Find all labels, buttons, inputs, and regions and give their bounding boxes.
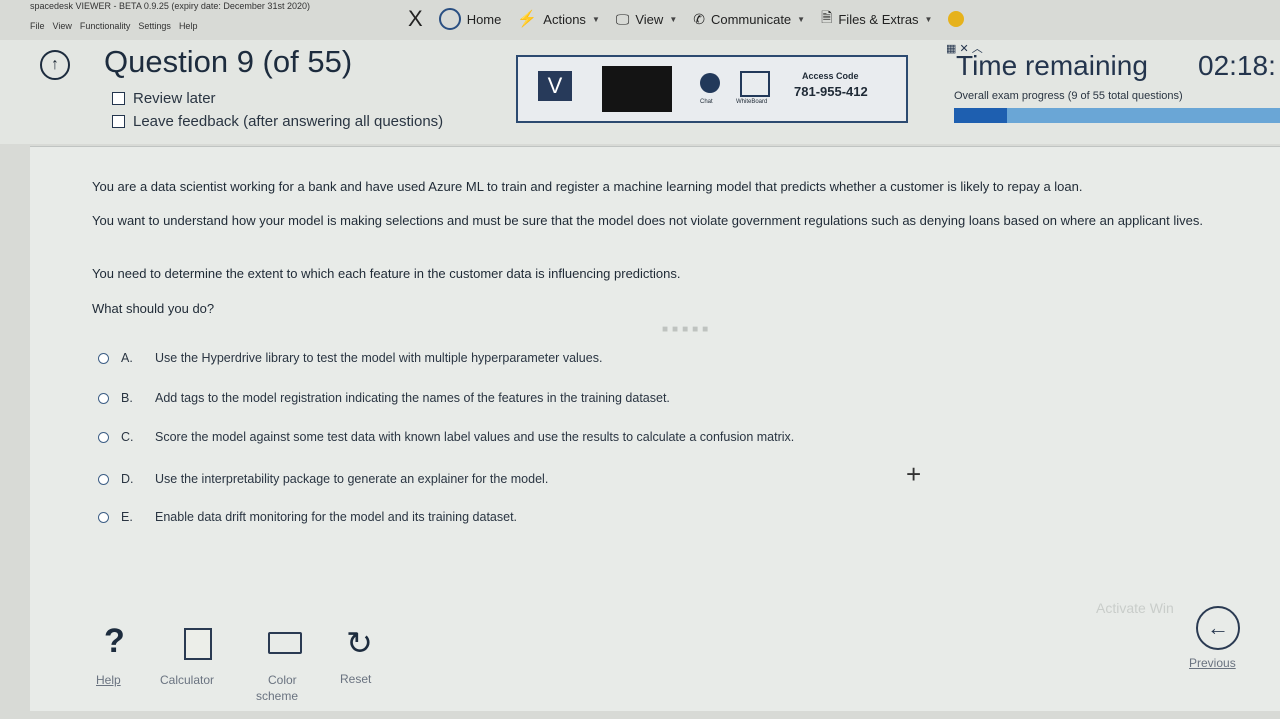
view-button[interactable]: 🖵 View ▼ (616, 11, 677, 28)
menu-functionality[interactable]: Functionality (80, 21, 131, 31)
question-title: Question 9 (of 55) (104, 44, 353, 79)
viewer-menu: File View Functionality Settings Help (30, 21, 197, 31)
leave-feedback-option[interactable]: Leave feedback (after answering all ques… (112, 113, 443, 130)
activate-windows-watermark: Activate Win (1096, 600, 1174, 616)
option-text: Add tags to the model registration indic… (155, 391, 670, 405)
chat-label: Chat (700, 99, 713, 105)
exam-progress-fill (954, 108, 1008, 123)
option-text: Use the Hyperdrive library to test the m… (155, 351, 603, 365)
radio-b[interactable] (98, 392, 109, 404)
radio-c[interactable] (98, 431, 109, 443)
drag-handle[interactable]: ■■■■■ (662, 324, 712, 335)
reset-icon[interactable]: ↻ (346, 624, 373, 662)
option-letter: D. (121, 472, 134, 486)
access-code-value: 781-955-412 (794, 84, 868, 99)
files-button[interactable]: 🗎 Files & Extras ▼ (821, 7, 932, 31)
help-icon[interactable]: ? (104, 622, 125, 661)
cursor-crosshair-icon: + (906, 459, 922, 489)
reset-label[interactable]: Reset (340, 672, 371, 686)
exam-progress-text: Overall exam progress (9 of 55 total que… (954, 90, 1183, 102)
files-icon: 🗎 (821, 9, 833, 25)
question-paragraph-2: You want to understand how your model is… (92, 213, 1203, 228)
phone-icon: ✆ (693, 10, 705, 27)
review-later-checkbox[interactable] (112, 92, 125, 105)
viewer-title: spacedesk VIEWER - BETA 0.9.25 (expiry d… (30, 1, 310, 11)
monitor-icon: 🖵 (615, 10, 630, 27)
option-text: Enable data drift monitoring for the mod… (155, 510, 518, 524)
calculator-icon[interactable] (184, 628, 212, 660)
monitor-icon[interactable] (268, 632, 302, 654)
lightning-icon: ⚡ (517, 11, 538, 28)
video-feed (602, 66, 672, 112)
chat-icon[interactable] (700, 73, 720, 93)
home-button[interactable]: Home (438, 8, 502, 30)
smiley-icon[interactable] (948, 11, 965, 27)
leave-feedback-label: Leave feedback (after answering all ques… (133, 113, 444, 130)
calculator-label[interactable]: Calculator (160, 673, 214, 687)
answer-option-c[interactable]: C. Score the model against some test dat… (98, 430, 794, 444)
chevron-down-icon: ▼ (669, 14, 678, 24)
help-label[interactable]: Help (96, 673, 121, 687)
toolbar: X Home ⚡ Actions ▼ 🖵 View ▼ ✆ Communicat… (408, 4, 965, 34)
time-remaining-label: Time remaining (956, 50, 1148, 81)
scheme-label[interactable]: scheme (256, 689, 298, 703)
question-paragraph-3: You need to determine the extent to whic… (92, 266, 681, 281)
question-prompt: What should you do? (92, 301, 215, 316)
review-later-label: Review later (133, 90, 216, 107)
option-letter: A. (121, 351, 133, 365)
leave-feedback-checkbox[interactable] (112, 115, 125, 128)
menu-help[interactable]: Help (179, 21, 198, 31)
question-content (30, 146, 1280, 711)
previous-label[interactable]: Previous (1189, 656, 1236, 670)
access-panel: V Chat WhiteBoard Access Code 781-955-41… (516, 55, 908, 123)
home-icon (438, 8, 461, 30)
option-text: Score the model against some test data w… (155, 430, 795, 444)
communicate-label: Communicate (710, 11, 792, 27)
actions-button[interactable]: ⚡ Actions ▼ (517, 9, 599, 29)
radio-a[interactable] (98, 352, 109, 364)
radio-e[interactable] (98, 511, 109, 523)
v-logo: V (538, 71, 572, 101)
answer-option-d[interactable]: D. Use the interpretability package to g… (98, 472, 548, 486)
answer-option-e[interactable]: E. Enable data drift monitoring for the … (98, 510, 517, 524)
option-letter: E. (121, 510, 133, 524)
chevron-down-icon: ▼ (591, 14, 600, 24)
whiteboard-icon[interactable] (740, 71, 770, 97)
option-letter: C. (121, 430, 134, 444)
close-icon[interactable]: X (408, 6, 423, 32)
access-code-label: Access Code (802, 71, 859, 81)
home-label: Home (466, 11, 502, 27)
view-label: View (635, 11, 664, 27)
menu-view[interactable]: View (53, 21, 72, 31)
time-remaining-value: 02:18: (1198, 50, 1276, 81)
radio-d[interactable] (98, 473, 109, 485)
question-paragraph-1: You are a data scientist working for a b… (92, 179, 1083, 194)
answer-option-a[interactable]: A. Use the Hyperdrive library to test th… (98, 351, 602, 365)
option-text: Use the interpretability package to gene… (155, 472, 549, 486)
previous-arrow-icon[interactable]: ← (1196, 606, 1240, 650)
chevron-down-icon: ▼ (924, 14, 933, 24)
chevron-down-icon: ▼ (797, 14, 806, 24)
option-letter: B. (121, 391, 133, 405)
communicate-button[interactable]: ✆ Communicate ▼ (693, 11, 805, 28)
answer-option-b[interactable]: B. Add tags to the model registration in… (98, 391, 670, 405)
menu-settings[interactable]: Settings (138, 21, 171, 31)
color-label[interactable]: Color (268, 673, 297, 687)
files-label: Files & Extras (838, 11, 919, 27)
back-arrow-icon[interactable]: ↑ (40, 50, 70, 80)
whiteboard-label: WhiteBoard (736, 99, 768, 105)
review-later-option[interactable]: Review later (112, 90, 216, 107)
menu-file[interactable]: File (30, 21, 45, 31)
actions-label: Actions (543, 11, 586, 27)
